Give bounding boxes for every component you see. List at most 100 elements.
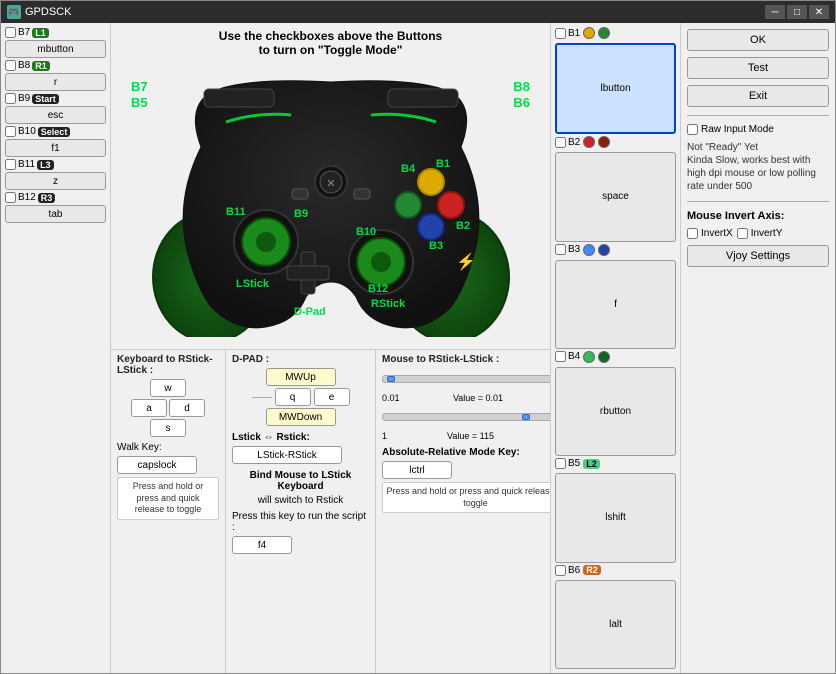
raw-input-row[interactable]: Raw Input Mode (687, 124, 829, 135)
invert-x-checkbox[interactable] (687, 228, 698, 239)
raw-input-checkbox[interactable] (687, 124, 698, 135)
maximize-button[interactable]: □ (787, 5, 807, 19)
instructions: Use the checkboxes above the Buttons to … (111, 23, 550, 59)
exit-button[interactable]: Exit (687, 85, 829, 107)
b4-checkbox[interactable] (555, 351, 566, 362)
b10-key-btn[interactable]: f1 (5, 139, 106, 157)
vjoy-button[interactable]: Vjoy Settings (687, 245, 829, 267)
b8-checkbox[interactable] (5, 60, 16, 71)
a-key[interactable]: a (131, 399, 167, 417)
b10-row: B10 Select (5, 126, 106, 137)
b11-checkbox[interactable] (5, 159, 16, 170)
s-key[interactable]: s (150, 419, 186, 437)
invert-x-label: InvertX (701, 228, 733, 239)
b9-key-row: esc (5, 106, 106, 124)
capslock-key[interactable]: capslock (117, 456, 197, 474)
svg-text:B12: B12 (368, 283, 388, 295)
b11-checkbox-label[interactable]: B11 L3 (5, 159, 54, 170)
walk-label: Walk Key: (117, 442, 219, 453)
b3-dot1 (583, 244, 595, 256)
b10-id: B10 (18, 126, 36, 137)
slider2-thumb[interactable] (522, 414, 530, 420)
b2-group: B2 (555, 136, 676, 148)
invert-y-checkbox[interactable] (737, 228, 748, 239)
right-buttons-panel: B1 lbutton B2 space B3 (550, 23, 680, 673)
b7-checkbox[interactable] (5, 27, 16, 38)
b12-checkbox-label[interactable]: B12 R3 (5, 192, 55, 203)
b12-checkbox[interactable] (5, 192, 16, 203)
bind-mouse-title: Bind Mouse to LStick Keyboard (232, 470, 369, 492)
d-key[interactable]: d (169, 399, 205, 417)
b9-checkbox[interactable] (5, 93, 16, 104)
b12-badge: R3 (38, 193, 56, 203)
mouse-invert-label: Mouse Invert Axis: (687, 210, 829, 222)
test-button[interactable]: Test (687, 57, 829, 79)
lstick-rstick-btn[interactable]: LStick-RStick (232, 446, 342, 464)
svg-text:B3: B3 (429, 240, 443, 252)
b10-checkbox[interactable] (5, 126, 16, 137)
b10-checkbox-label[interactable]: B10 Select (5, 126, 70, 137)
controller-svg: ✕ (146, 67, 516, 337)
slider2-track-container (382, 408, 550, 426)
dpad-right[interactable]: e (314, 388, 350, 406)
b6-key-btn[interactable]: lalt (555, 580, 676, 669)
b7-checkbox-label[interactable]: B7 L1 (5, 27, 49, 38)
b4-group: B4 (555, 351, 676, 363)
b6-checkbox[interactable] (555, 565, 566, 576)
dpad-left[interactable]: q (275, 388, 311, 406)
b7-key-btn[interactable]: mbutton (5, 40, 106, 58)
b8-key-row: r (5, 73, 106, 91)
invert-axis-row: InvertX InvertY (687, 228, 829, 239)
minimize-button[interactable]: ─ (765, 5, 785, 19)
slider1-min: 0.01 (382, 393, 400, 403)
ok-button[interactable]: OK (687, 29, 829, 51)
b11-row: B11 L3 (5, 159, 106, 170)
asd-row: a d (131, 399, 205, 417)
svg-text:✕: ✕ (326, 178, 335, 190)
w-key[interactable]: w (150, 379, 186, 397)
bottom-area: Keyboard to RStick-LStick : w a d s Walk… (111, 349, 550, 673)
b5-id: B5 (568, 458, 580, 469)
b12-key-btn[interactable]: tab (5, 205, 106, 223)
lctrl-key[interactable]: lctrl (382, 461, 452, 479)
b2-key-btn[interactable]: space (555, 152, 676, 241)
b3-checkbox[interactable] (555, 244, 566, 255)
dpad-up[interactable]: MWUp (266, 368, 336, 386)
b1-dot2 (598, 27, 610, 39)
svg-text:D-Pad: D-Pad (294, 306, 326, 318)
b1-key-btn[interactable]: lbutton (555, 43, 676, 134)
b5-group: B5 L2 (555, 458, 676, 469)
lstick-rstick-title: Lstick ⇔ Rstick: (232, 432, 369, 443)
left-panel: B7 L1 mbutton B8 R1 r (1, 23, 111, 673)
b11-key-row: z (5, 172, 106, 190)
svg-text:B4: B4 (401, 163, 416, 175)
separator-2 (687, 201, 829, 202)
b5-key-btn[interactable]: lshift (555, 473, 676, 562)
svg-text:RStick: RStick (371, 298, 406, 310)
f4-key[interactable]: f4 (232, 536, 292, 554)
svg-text:B2: B2 (456, 220, 470, 232)
b5-badge: L2 (583, 459, 600, 469)
slider1-thumb[interactable] (387, 376, 395, 382)
abs-rel-label: Absolute-Relative Mode Key: (382, 447, 550, 458)
b4-key-btn[interactable]: rbutton (555, 367, 676, 456)
b9-checkbox-label[interactable]: B9 Start (5, 93, 59, 104)
b5-checkbox[interactable] (555, 458, 566, 469)
b3-key-btn[interactable]: f (555, 260, 676, 349)
b4-dot1 (583, 351, 595, 363)
b3-id: B3 (568, 244, 580, 255)
b1-checkbox[interactable] (555, 28, 566, 39)
b8-checkbox-label[interactable]: B8 R1 (5, 60, 50, 71)
b2-dot1 (583, 136, 595, 148)
keyboard-toggle-info: Press and hold or press and quick releas… (117, 477, 219, 520)
b9-key-btn[interactable]: esc (5, 106, 106, 124)
b12-row: B12 R3 (5, 192, 106, 203)
close-button[interactable]: ✕ (809, 5, 829, 19)
dpad-down[interactable]: MWDown (266, 408, 336, 426)
b8-key-btn[interactable]: r (5, 73, 106, 91)
b11-key-btn[interactable]: z (5, 172, 106, 190)
run-script-label: Press this key to run the script : (232, 511, 369, 533)
b2-checkbox[interactable] (555, 137, 566, 148)
b8-row: B8 R1 (5, 60, 106, 71)
b11-badge: L3 (37, 160, 54, 170)
